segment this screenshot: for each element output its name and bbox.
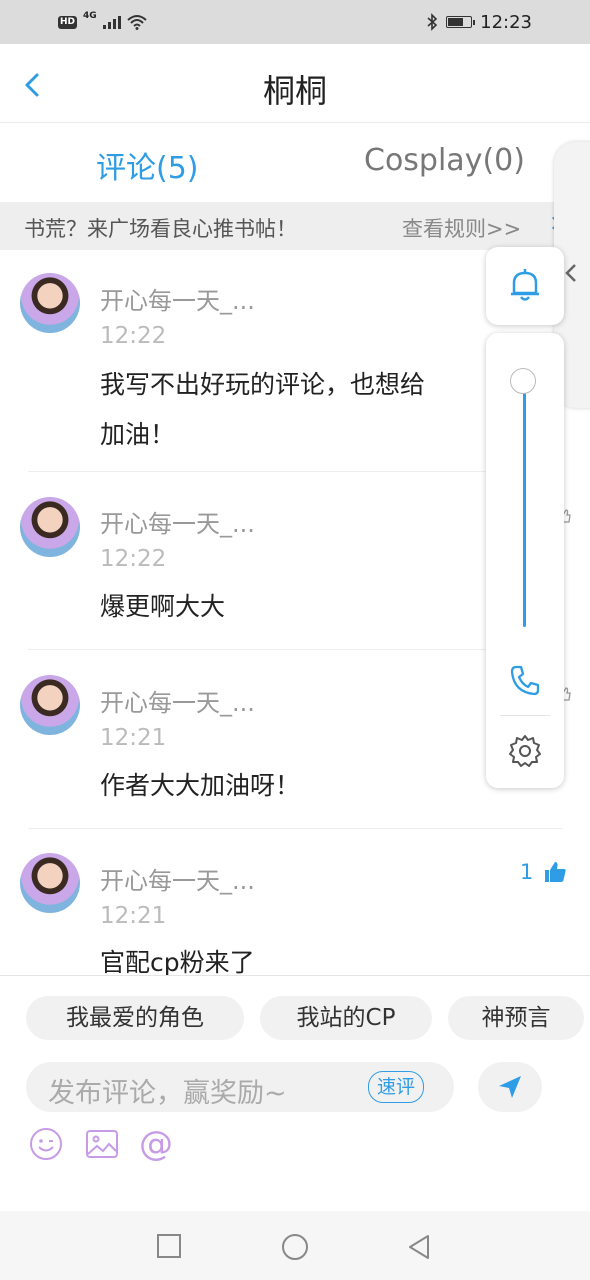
quick-tag-chip[interactable]: 我站的CP [260,996,432,1040]
send-icon [499,1076,521,1098]
volume-slider-track[interactable] [523,381,526,627]
nav-back-icon[interactable] [406,1233,432,1261]
tab-comments[interactable]: 评论(5) [96,143,199,187]
comment-time: 12:21 [100,903,167,929]
send-button[interactable] [478,1062,542,1112]
comment-divider [28,828,562,829]
comment-composer: 我最爱的角色 我站的CP 神预言 发布评论，赢奖励~ 速评 @ [0,975,590,1212]
like-count: 1 [520,860,534,884]
tab-cosplay[interactable]: Cosplay(0) [364,143,525,178]
emoji-icon[interactable] [28,1126,64,1162]
comment-time: 12:22 [100,323,167,349]
volume-divider [500,715,550,716]
status-left: HD 4G [58,10,147,34]
header: 桐桐 [0,44,590,123]
phone-icon[interactable] [508,663,542,697]
comment-username[interactable]: 开心每一天_... [100,504,255,539]
comment-username[interactable]: 开心每一天_... [100,683,255,718]
comment-text: 爆更啊大大 [100,582,225,632]
banner-text: 书荒？来广场看良心推书帖！ [24,217,297,241]
like-button[interactable]: 1 [520,860,567,884]
bluetooth-icon [427,13,438,31]
gear-icon[interactable] [507,733,543,769]
battery-icon [446,16,476,28]
chevron-left-icon [565,264,576,282]
status-bar: HD 4G 12:23 [0,0,590,44]
comment-text: 作者大大加油呀！ [100,761,300,811]
quick-tag-chip[interactable]: 我最爱的角色 [26,996,244,1040]
signal-icon [102,15,121,29]
comment-text-line: 加油！ [100,420,176,449]
view-rules-link[interactable]: 查看规则>> [402,213,521,243]
comment-input-placeholder: 发布评论，赢奖励~ [48,1078,287,1109]
comment-text-line: 爆更啊大大 [100,592,226,621]
system-nav-bar [0,1211,590,1280]
comment-time: 12:22 [100,546,167,572]
ringer-toggle[interactable] [486,247,564,325]
comment-username[interactable]: 开心每一天_... [100,281,255,316]
comment-time: 12:21 [100,725,167,751]
status-right: 12:23 [426,10,532,34]
quick-comment-button[interactable]: 速评 [368,1071,425,1103]
avatar[interactable] [20,853,80,913]
bell-icon [511,269,539,301]
avatar[interactable] [20,497,80,557]
comment-text-line: 我写不出好玩的评论，也想给 [100,370,426,399]
promo-banner[interactable]: 书荒？来广场看良心推书帖！ 查看规则>> × [0,202,590,250]
comment-divider [28,649,562,650]
thumbs-up-icon [545,862,566,882]
comment-divider [28,471,562,472]
tab-bar: 评论(5) Cosplay(0) [0,123,590,201]
at-icon[interactable]: @ [138,1126,174,1162]
quick-tag-chip[interactable]: 神预言 [448,996,584,1040]
network-type: 4G [83,11,97,21]
recent-apps-icon[interactable] [156,1233,182,1259]
comment-text-line: 作者大大加油呀！ [100,771,301,800]
status-time: 12:23 [480,11,532,33]
avatar[interactable] [20,273,80,333]
comment-username[interactable]: 开心每一天_... [100,861,255,896]
comment-input[interactable]: 发布评论，赢奖励~ 速评 [26,1062,454,1112]
home-icon[interactable] [281,1233,309,1261]
avatar[interactable] [20,675,80,735]
image-icon[interactable] [84,1126,120,1162]
comment-text: 我写不出好玩的评论，也想给 加油！ [100,360,425,460]
hd-badge: HD [58,15,78,29]
volume-card [486,333,564,788]
page-title: 桐桐 [262,72,327,110]
volume-slider-knob[interactable] [510,368,536,394]
wifi-icon [127,15,147,30]
